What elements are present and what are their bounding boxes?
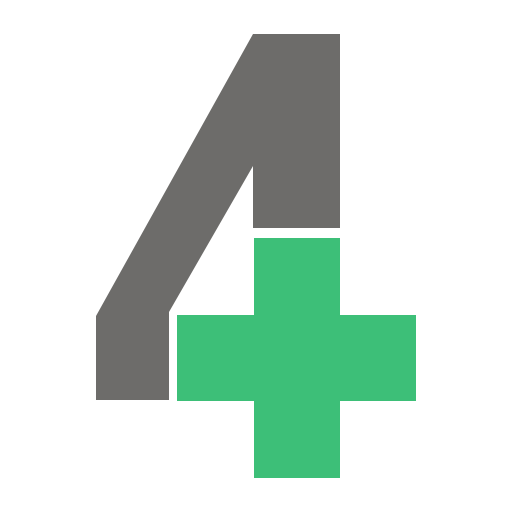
plus-shape bbox=[177, 238, 416, 478]
app-logo bbox=[0, 0, 512, 512]
four-plus-logo-icon bbox=[96, 34, 416, 478]
